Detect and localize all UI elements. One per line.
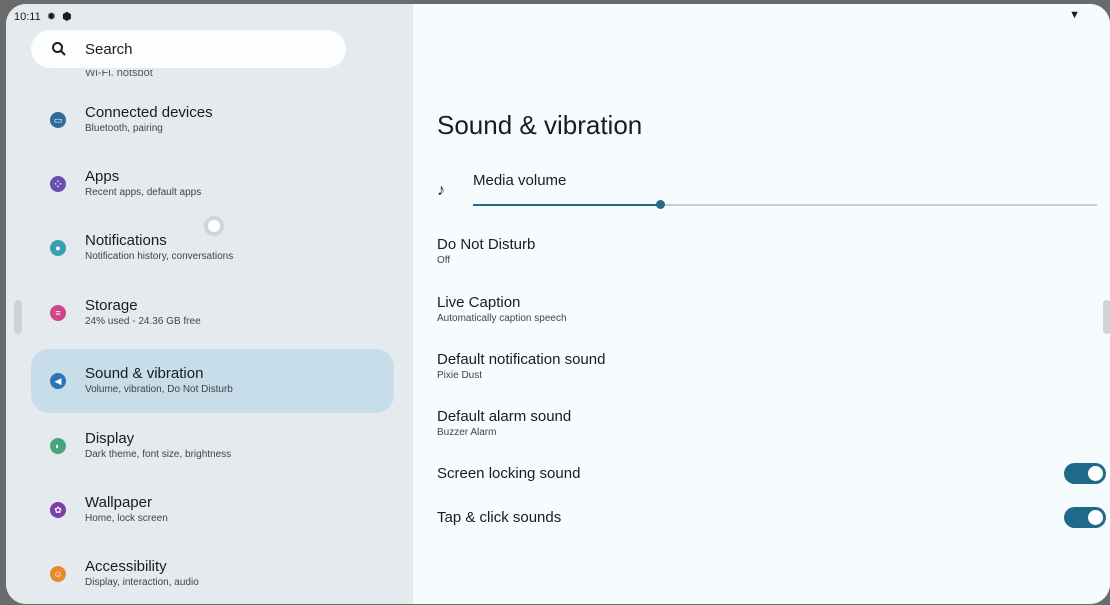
sidebar-item-subtitle: Home, lock screen bbox=[85, 513, 168, 524]
search-icon bbox=[52, 42, 66, 56]
pref-subtitle: Buzzer Alarm bbox=[437, 427, 497, 438]
back-gesture-handle-right[interactable] bbox=[1103, 300, 1110, 334]
toggle-knob bbox=[1088, 510, 1103, 525]
music-note-icon: ♪ bbox=[437, 182, 445, 199]
slider-thumb[interactable] bbox=[656, 200, 666, 209]
touch-indicator bbox=[204, 216, 224, 236]
media-volume-label: Media volume bbox=[473, 172, 567, 189]
sidebar-item-subtitle: Recent apps, default apps bbox=[85, 187, 202, 198]
media-volume-row: ♪ Media volume bbox=[437, 170, 1097, 220]
sidebar-item-title: Connected devices bbox=[85, 104, 213, 121]
default-notification-sound-item[interactable]: Default notification sound Pixie Dust bbox=[437, 351, 605, 382]
pref-title: Default alarm sound bbox=[437, 408, 572, 425]
gear-icon: ✹ bbox=[46, 11, 56, 23]
tablet-screen: Search Wi-Fi, hotspot ▭ Connected device… bbox=[6, 4, 1110, 604]
status-bar: 10:11 ✹ ⬢ ▼ bbox=[6, 4, 1110, 28]
sidebar-item-subtitle: Bluetooth, pairing bbox=[85, 123, 163, 134]
sound-settings-pane: Sound & vibration ♪ Media volume Do Not … bbox=[413, 4, 1110, 604]
sidebar-item-display[interactable]: ◐ Display Dark theme, font size, brightn… bbox=[31, 414, 394, 478]
sidebar-item-subtitle: Volume, vibration, Do Not Disturb bbox=[85, 384, 233, 395]
status-time: 10:11 bbox=[14, 10, 41, 23]
tap-click-sounds-toggle[interactable] bbox=[1064, 507, 1106, 528]
search-bar[interactable]: Search bbox=[31, 30, 346, 68]
sidebar-item-network-subtitle: Wi-Fi, hotspot bbox=[85, 70, 153, 76]
screen-locking-sound-toggle[interactable] bbox=[1064, 463, 1106, 484]
pref-title: Tap & click sounds bbox=[437, 509, 562, 526]
sidebar-item-storage[interactable]: ≡ Storage 24% used - 24.36 GB free bbox=[31, 281, 394, 345]
settings-sidebar: Search Wi-Fi, hotspot ▭ Connected device… bbox=[6, 4, 413, 604]
media-volume-slider[interactable] bbox=[473, 200, 1097, 209]
toggle-knob bbox=[1088, 466, 1103, 481]
pref-subtitle: Pixie Dust bbox=[437, 370, 483, 381]
storage-icon: ≡ bbox=[50, 305, 66, 321]
accessibility-icon: ☺ bbox=[50, 566, 66, 582]
sidebar-item-subtitle: Notification history, conversations bbox=[85, 251, 234, 262]
pref-title: Live Caption bbox=[437, 294, 521, 311]
pref-title: Screen locking sound bbox=[437, 465, 581, 482]
wifi-icon: ▼ bbox=[1069, 9, 1080, 21]
sidebar-item-title: Display bbox=[85, 430, 135, 447]
pref-subtitle: Automatically caption speech bbox=[437, 313, 567, 324]
sidebar-item-title: Sound & vibration bbox=[85, 365, 204, 382]
sidebar-item-connected-devices[interactable]: ▭ Connected devices Bluetooth, pairing bbox=[31, 88, 394, 152]
sidebar-item-subtitle: Display, interaction, audio bbox=[85, 577, 199, 588]
volume-icon: ◀ bbox=[50, 373, 66, 389]
display-icon: ◐ bbox=[50, 438, 66, 454]
pref-title: Do Not Disturb bbox=[437, 236, 536, 253]
page-title: Sound & vibration bbox=[437, 110, 643, 140]
shield-icon: ⬢ bbox=[61, 11, 72, 23]
sidebar-item-title: Storage bbox=[85, 297, 138, 314]
sidebar-item-title: Accessibility bbox=[85, 558, 167, 575]
screen-locking-sound-item[interactable]: Screen locking sound bbox=[437, 465, 580, 483]
bell-icon: ● bbox=[50, 240, 66, 256]
sidebar-item-accessibility[interactable]: ☺ Accessibility Display, interaction, au… bbox=[31, 542, 394, 604]
palette-icon: ✿ bbox=[50, 502, 66, 518]
default-alarm-sound-item[interactable]: Default alarm sound Buzzer Alarm bbox=[437, 408, 571, 439]
slider-fill bbox=[473, 204, 661, 206]
sidebar-item-title: Apps bbox=[85, 168, 120, 185]
search-placeholder: Search bbox=[85, 40, 133, 58]
live-caption-item[interactable]: Live Caption Automatically caption speec… bbox=[437, 294, 567, 325]
sidebar-item-wallpaper[interactable]: ✿ Wallpaper Home, lock screen bbox=[31, 478, 394, 542]
sidebar-item-subtitle: 24% used - 24.36 GB free bbox=[85, 316, 201, 327]
back-gesture-handle-left[interactable] bbox=[14, 300, 22, 334]
devices-icon: ▭ bbox=[50, 112, 66, 128]
do-not-disturb-item[interactable]: Do Not Disturb Off bbox=[437, 236, 535, 267]
pref-subtitle: Off bbox=[437, 255, 451, 266]
sidebar-item-apps[interactable]: ⁘ Apps Recent apps, default apps bbox=[31, 152, 394, 216]
sidebar-item-title: Wallpaper bbox=[85, 494, 152, 511]
sidebar-item-sound-vibration[interactable]: ◀ Sound & vibration Volume, vibration, D… bbox=[31, 349, 394, 413]
tap-click-sounds-item[interactable]: Tap & click sounds bbox=[437, 509, 561, 527]
pref-title: Default notification sound bbox=[437, 351, 606, 368]
apps-icon: ⁘ bbox=[50, 176, 66, 192]
sidebar-item-subtitle: Dark theme, font size, brightness bbox=[85, 449, 232, 460]
